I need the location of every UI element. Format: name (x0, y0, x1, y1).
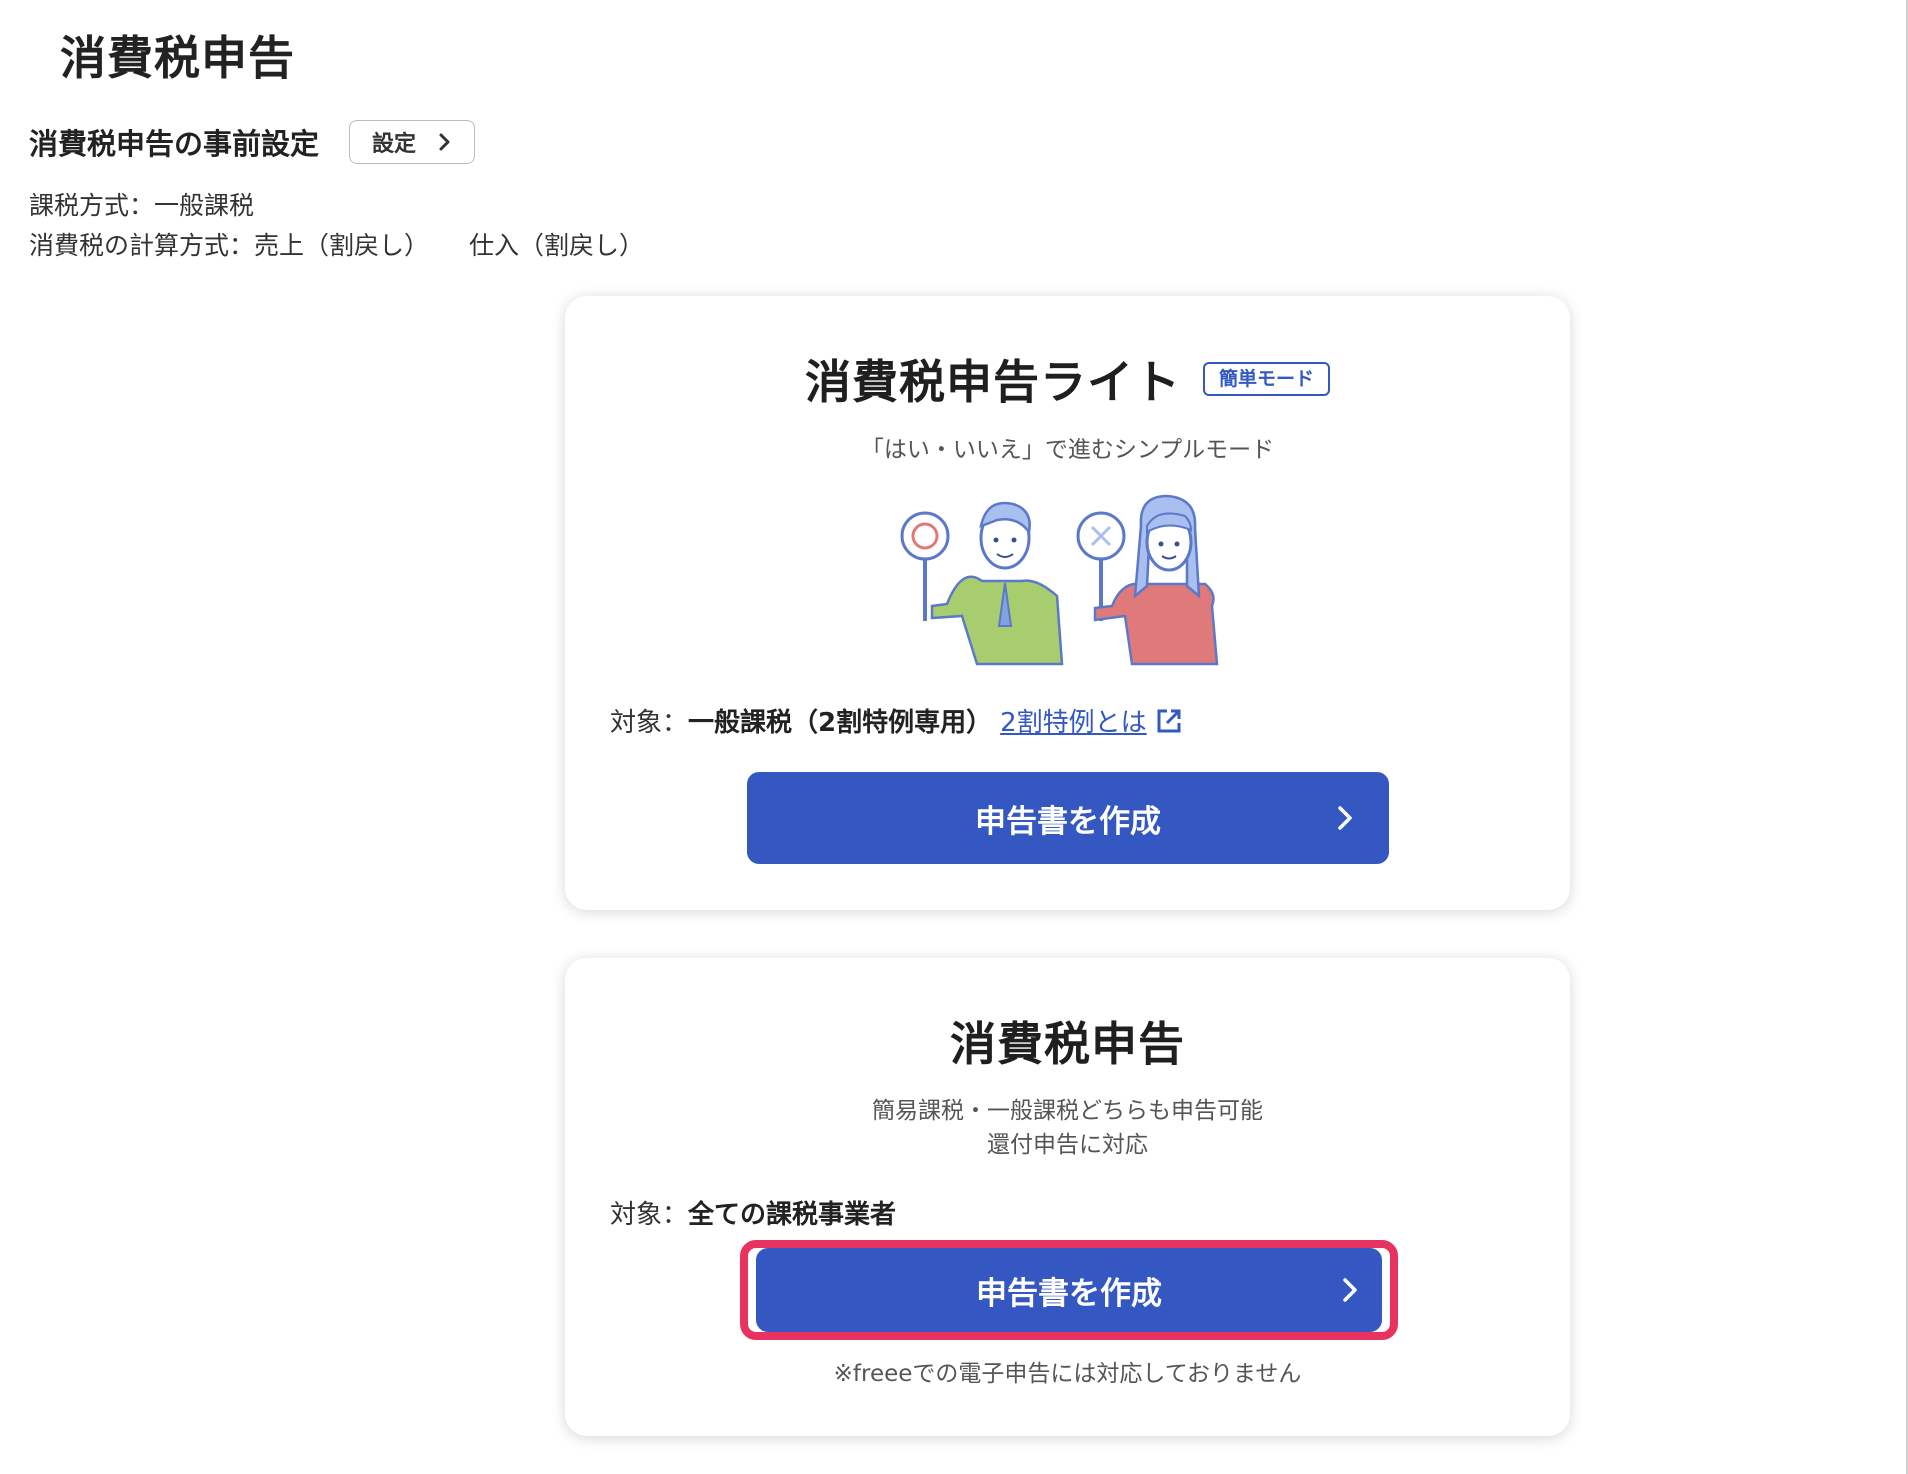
lite-card-header: 消費税申告ライト 簡単モード (565, 346, 1570, 412)
create-return-label: 申告書を作成 (975, 803, 1161, 840)
calculation-method-text: 消費税の計算方式：売上（割戻し） 仕入（割戻し） (29, 226, 644, 266)
calc-sales-text: 消費税の計算方式：売上（割戻し） (29, 231, 430, 260)
standard-subtitle-line2: 還付申告に対応 (987, 1132, 1148, 1158)
target-value: 一般課税（2割特例専用） (688, 708, 993, 738)
lite-card-subtitle: 「はい・いいえ」で進むシンプルモード (860, 437, 1275, 463)
chevron-right-icon (1343, 1278, 1357, 1302)
easy-mode-badge: 簡単モード (1202, 362, 1330, 396)
external-link-icon[interactable] (1155, 707, 1183, 735)
pre-settings-title: 消費税申告の事前設定 (29, 127, 320, 161)
standard-mode-card: 消費税申告 簡易課税・一般課税どちらも申告可能 還付申告に対応 対象： 全ての課… (565, 958, 1570, 1436)
target-value: 全ての課税事業者 (688, 1200, 897, 1230)
pre-settings-info: 課税方式：一般課税 消費税の計算方式：売上（割戻し） 仕入（割戻し） (29, 186, 644, 266)
standard-card-header: 消費税申告 (565, 1008, 1570, 1074)
standard-subtitle-line1: 簡易課税・一般課税どちらも申告可能 (872, 1098, 1263, 1124)
lite-create-return-button[interactable]: 申告書を作成 (747, 772, 1389, 864)
lite-mode-card: 消費税申告ライト 簡単モード 「はい・いいえ」で進むシンプルモード 対象： 一般… (565, 296, 1570, 910)
settings-button[interactable]: 設定 (349, 120, 476, 164)
standard-card-title: 消費税申告 (950, 1017, 1185, 1071)
yes-no-people-illustration (900, 494, 1219, 666)
target-label: 対象： (610, 708, 689, 738)
create-return-label: 申告書を作成 (976, 1275, 1162, 1312)
standard-card-subtitle: 簡易課税・一般課税どちらも申告可能 還付申告に対応 (565, 1094, 1570, 1162)
standard-create-return-button[interactable]: 申告書を作成 (756, 1248, 1382, 1332)
calc-purchase-text: 仕入（割戻し） (469, 231, 645, 260)
target-label: 対象： (610, 1200, 689, 1230)
e-filing-note: ※freeeでの電子申告には対応しておりません (833, 1361, 1302, 1387)
lite-card-target: 対象： 一般課税（2割特例専用） 2割特例とは (610, 702, 1183, 739)
lite-card-title: 消費税申告ライト (804, 355, 1181, 409)
standard-card-target: 対象： 全ての課税事業者 (610, 1194, 896, 1231)
tax-method-text: 課税方式：一般課税 (29, 191, 255, 220)
settings-button-label: 設定 (372, 132, 417, 157)
chevron-right-icon (439, 133, 450, 151)
pre-settings-header: 消費税申告の事前設定 設定 (29, 120, 476, 164)
two-wari-tokurei-link[interactable]: 2割特例とは (1000, 702, 1147, 739)
page-title: 消費税申告 (60, 31, 295, 85)
chevron-right-icon (1338, 806, 1352, 830)
